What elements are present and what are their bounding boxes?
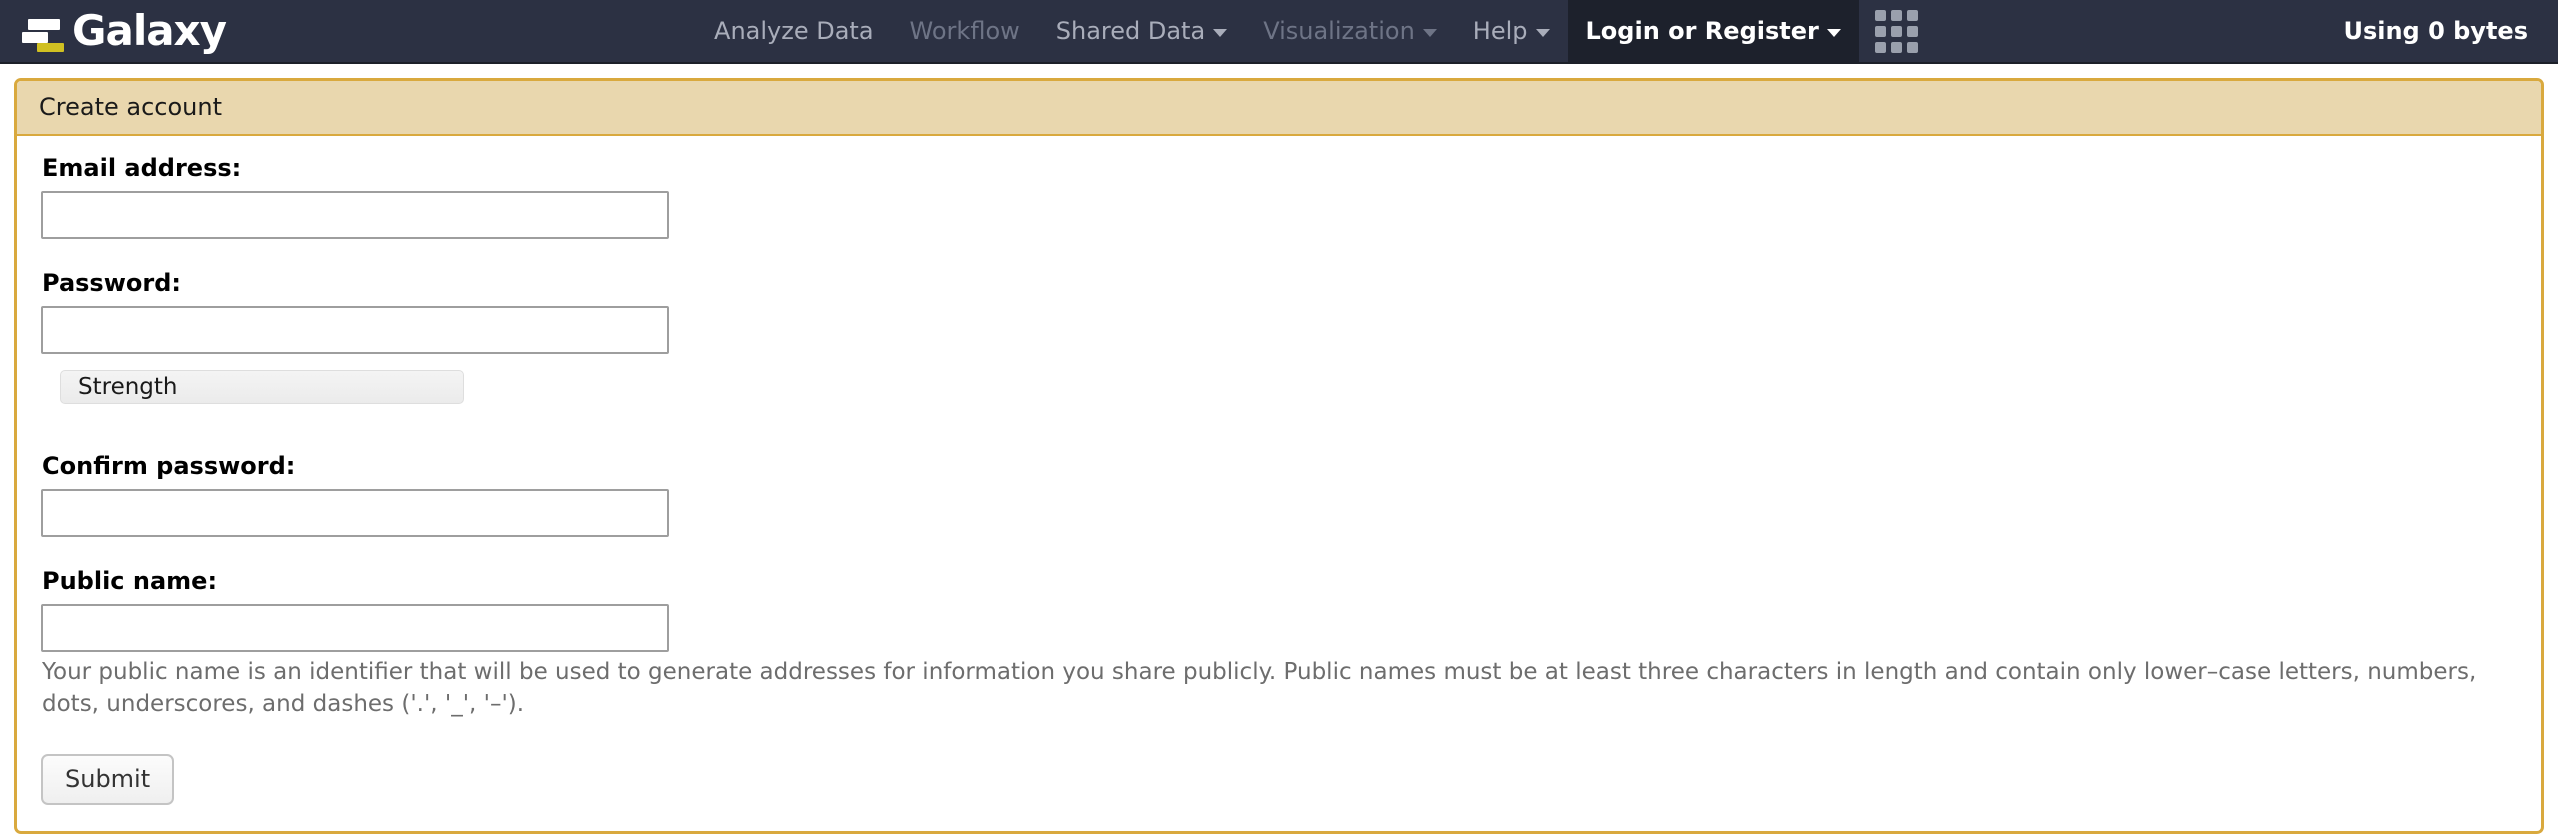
panel-title: Create account [17, 81, 2541, 136]
nav-item-analyze-data[interactable]: Analyze Data [696, 0, 892, 62]
public-name-help-text: Your public name is an identifier that w… [42, 659, 2477, 717]
password-strength-label: Strength [78, 373, 178, 400]
field-group-public-name: Public name: Your public name is an iden… [41, 567, 2517, 720]
masthead: Galaxy Analyze Data Workflow Shared Data… [0, 0, 2558, 64]
masthead-right: Using 0 bytes [2343, 0, 2558, 62]
password-field[interactable] [41, 306, 669, 354]
chevron-down-icon [1213, 29, 1228, 37]
brand-logo-link[interactable]: Galaxy [0, 0, 236, 62]
nav-item-label: Help [1472, 17, 1528, 45]
email-label: Email address: [42, 154, 242, 182]
public-name-label: Public name: [42, 567, 218, 595]
nav-item-visualization[interactable]: Visualization [1245, 0, 1455, 62]
create-account-panel: Create account Email address: Password: … [14, 78, 2544, 834]
apps-grid-icon [1874, 9, 1918, 53]
public-name-field[interactable] [41, 604, 669, 652]
nav-item-label: Workflow [909, 17, 1020, 45]
confirm-password-label: Confirm password: [42, 452, 296, 480]
create-account-form: Email address: Password: Strength Confir… [17, 136, 2541, 831]
field-group-password: Password: Strength [41, 269, 2517, 404]
brand-title: Galaxy [72, 6, 227, 55]
nav-item-shared-data[interactable]: Shared Data [1038, 0, 1245, 62]
field-group-confirm-password: Confirm password: [41, 452, 2517, 537]
submit-button[interactable]: Submit [41, 754, 175, 806]
apps-grid-button[interactable] [1859, 0, 1934, 62]
password-strength-meter: Strength [60, 370, 464, 404]
chevron-down-icon [1535, 29, 1550, 37]
galaxy-logo-icon [22, 14, 64, 52]
nav-item-label: Shared Data [1055, 17, 1206, 45]
nav-item-label: Visualization [1263, 17, 1415, 45]
confirm-password-field[interactable] [41, 489, 669, 537]
password-label: Password: [42, 269, 181, 297]
nav-item-help[interactable]: Help [1455, 0, 1568, 62]
storage-usage-label: Using 0 bytes [2343, 17, 2528, 45]
nav-item-label: Analyze Data [714, 17, 874, 45]
email-field[interactable] [41, 191, 669, 239]
chevron-down-icon [1826, 29, 1841, 37]
chevron-down-icon [1422, 29, 1437, 37]
field-group-email: Email address: [41, 154, 2517, 239]
main-content: Create account Email address: Password: … [0, 64, 2558, 834]
nav-item-label: Login or Register [1585, 17, 1819, 45]
nav-item-workflow[interactable]: Workflow [892, 0, 1038, 62]
nav-item-login-or-register[interactable]: Login or Register [1567, 0, 1859, 62]
primary-navigation: Analyze Data Workflow Shared Data Visual… [696, 0, 1934, 62]
